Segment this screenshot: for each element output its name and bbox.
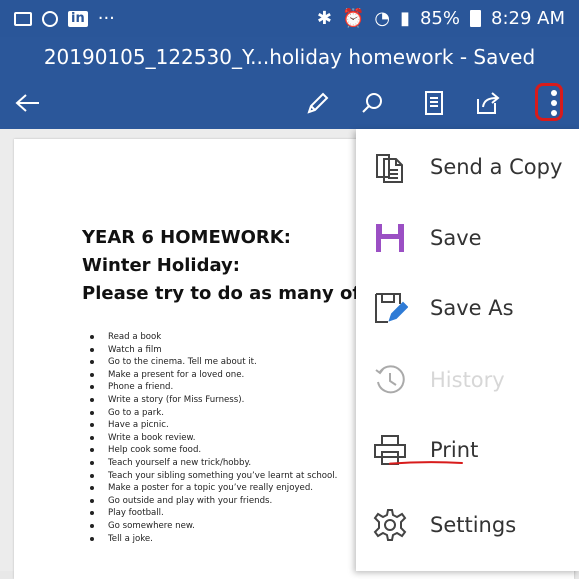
save-icon xyxy=(376,224,404,252)
battery-icon xyxy=(470,10,481,27)
annotation-circle xyxy=(535,83,563,121)
menu-item-label: Settings xyxy=(430,513,517,537)
doc-heading-2: Winter Holiday: xyxy=(82,255,240,276)
menu-item-label: Save As xyxy=(430,296,514,320)
alarm-icon: ⏰ xyxy=(341,8,365,29)
menu-item-label: History xyxy=(430,368,505,392)
menu-item-label: Save xyxy=(430,226,482,250)
status-left: in ··· xyxy=(14,8,115,29)
back-arrow-icon xyxy=(15,94,39,112)
menu-item-label: Send a Copy xyxy=(430,155,563,179)
search-button[interactable] xyxy=(350,77,394,129)
share-button[interactable] xyxy=(466,77,510,129)
menu-item-send-copy[interactable]: Send a Copy xyxy=(356,137,579,197)
message-icon xyxy=(14,11,32,26)
overflow-menu: Send a Copy Save Save As History Print S… xyxy=(356,129,579,571)
menu-item-save-as[interactable]: Save As xyxy=(356,278,579,338)
more-notifications: ··· xyxy=(97,8,115,29)
toolbar xyxy=(0,77,579,129)
annotation-underline xyxy=(389,461,463,465)
list-item: Read a book xyxy=(88,331,337,344)
battery-percent: 85% xyxy=(419,8,460,29)
more-options-button[interactable] xyxy=(532,77,576,129)
whatsapp-icon xyxy=(42,10,58,27)
list-item: Write a book review. xyxy=(88,432,337,445)
title-bar: 20190105_122530_Y...holiday homework - S… xyxy=(0,37,579,77)
menu-item-label: Print xyxy=(430,438,479,462)
signal-icon: ▮ xyxy=(400,8,410,29)
list-item: Go outside and play with your friends. xyxy=(88,495,337,508)
list-item: Go to a park. xyxy=(88,407,337,420)
document-title: 20190105_122530_Y...holiday homework - S… xyxy=(43,45,536,69)
wifi-icon: ◔ xyxy=(374,8,391,29)
menu-item-save[interactable]: Save xyxy=(356,208,579,268)
save-as-icon xyxy=(375,293,408,323)
reading-view-icon xyxy=(425,91,443,115)
list-item: Help cook some food. xyxy=(88,444,337,457)
list-item: Have a picnic. xyxy=(88,419,337,432)
homework-list: Read a book Watch a film Go to the cinem… xyxy=(88,331,337,545)
edit-button[interactable] xyxy=(296,77,340,129)
list-item: Phone a friend. xyxy=(88,381,337,394)
doc-heading-1: YEAR 6 HOMEWORK: xyxy=(82,227,291,248)
bluetooth-icon: ✱ xyxy=(316,8,332,29)
share-icon xyxy=(477,92,500,114)
list-item: Go to the cinema. Tell me about it. xyxy=(88,356,337,369)
list-item: Teach your sibling something you’ve lear… xyxy=(88,470,337,483)
list-item: Go somewhere new. xyxy=(88,520,337,533)
send-copy-icon xyxy=(376,154,403,183)
reading-view-button[interactable] xyxy=(412,77,456,129)
search-icon xyxy=(362,93,382,113)
list-item: Teach yourself a new trick/hobby. xyxy=(88,457,337,470)
list-item: Make a poster for a topic you’ve really … xyxy=(88,482,337,495)
settings-icon xyxy=(373,509,407,541)
pen-icon xyxy=(307,92,329,114)
menu-item-settings[interactable]: Settings xyxy=(356,495,579,555)
menu-item-history: History xyxy=(356,350,579,410)
status-right: ✱ ⏰ ◔ ▮ 85% 8:29 AM xyxy=(317,8,565,29)
list-item: Tell a joke. xyxy=(88,533,337,546)
history-icon xyxy=(375,365,405,394)
menu-item-print[interactable]: Print xyxy=(356,420,579,480)
list-item: Make a present for a loved one. xyxy=(88,369,337,382)
linkedin-icon: in xyxy=(68,10,88,27)
status-bar: in ··· ✱ ⏰ ◔ ▮ 85% 8:29 AM xyxy=(0,0,579,37)
list-item: Play football. xyxy=(88,507,337,520)
clock: 8:29 AM xyxy=(491,8,565,29)
list-item: Write a story (for Miss Furness). xyxy=(88,394,337,407)
back-button[interactable] xyxy=(6,77,50,129)
list-item: Watch a film xyxy=(88,344,337,357)
